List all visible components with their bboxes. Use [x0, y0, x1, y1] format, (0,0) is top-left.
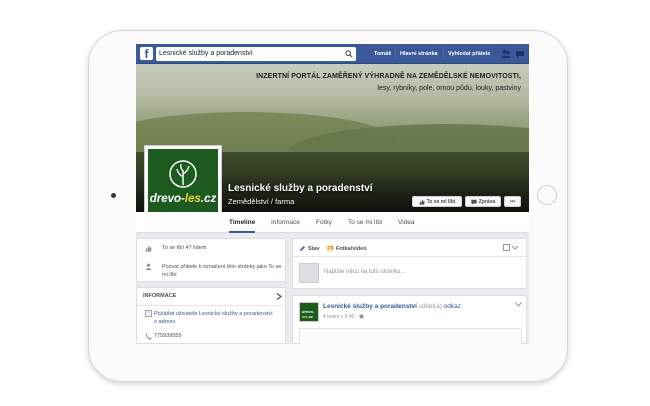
info-card: INFORMACE ? Požádat uživatele Lesnické s… — [136, 287, 287, 344]
page-category[interactable]: Zemědělství / farma — [228, 197, 294, 206]
post-composer: Stav Fotka/video Napište něco na tuto st… — [292, 238, 528, 289]
divider — [293, 256, 528, 257]
post-timestamp-text: 4 leden v 9:40 · — [323, 314, 359, 320]
globe-icon — [359, 314, 364, 319]
message-button[interactable]: Zpráva — [465, 196, 501, 207]
ask-address-link[interactable]: Požádat uživatele Lesnické služby a pora… — [154, 310, 273, 318]
phone-number: 775939555 — [154, 333, 182, 339]
tree-logo-icon — [169, 160, 197, 188]
composer-tab-status-label: Stav — [308, 245, 320, 252]
post-author-avatar[interactable]: drevo-les.cz — [299, 302, 319, 322]
avatar — [299, 263, 319, 283]
logo-wordmark: drevo-les.cz — [149, 193, 217, 205]
nav-home-link[interactable]: Hlavní stránka — [400, 44, 438, 64]
svg-text:?: ? — [147, 312, 150, 317]
cover-tagline-subtitle: lesy, rybníky, pole, ornou půdu, louky, … — [377, 85, 521, 92]
post-object-link[interactable]: odkaz — [444, 303, 461, 310]
tab-info[interactable]: Informace — [271, 212, 300, 233]
composer-tab-status[interactable]: Stav — [299, 245, 320, 252]
post-header: Lesnické služby a poradenství sdílel(a) … — [323, 303, 461, 310]
more-button[interactable]: ••• — [504, 196, 521, 207]
search-input[interactable]: Lesnické služby a poradenství — [156, 47, 356, 61]
pencil-icon — [299, 245, 306, 252]
phone-icon — [145, 333, 152, 340]
tablet-camera — [111, 193, 116, 198]
screen: f Lesnické služby a poradenství Tomáš Hl… — [136, 44, 529, 344]
composer-tab-photo-label: Fotka/video — [336, 245, 367, 252]
nav-find-friends-link[interactable]: Vyhledat přátele — [448, 44, 490, 64]
invite-text: Pozvat přátele k označení této stránky j… — [162, 264, 282, 270]
more-button-label: ••• — [509, 198, 516, 205]
message-button-label: Zpráva — [478, 198, 496, 205]
ask-address-link-continued[interactable]: o adresu — [154, 318, 175, 326]
chevron-down-icon[interactable] — [515, 302, 522, 307]
composer-tab-photo[interactable]: Fotka/video — [327, 245, 367, 252]
facebook-logo-icon[interactable]: f — [140, 47, 153, 61]
post-timestamp[interactable]: 4 leden v 9:40 · — [323, 314, 364, 320]
photo-icon — [327, 245, 334, 252]
tab-timeline[interactable]: Timeline — [229, 212, 256, 233]
timeline-post: drevo-les.cz Lesnické služby a poradenst… — [292, 295, 527, 344]
tablet-home-button[interactable] — [537, 185, 557, 205]
divider — [137, 305, 287, 306]
question-icon: ? — [145, 310, 152, 317]
thumbs-up-icon — [145, 245, 152, 252]
message-icon — [471, 199, 477, 205]
tab-photos[interactable]: Fotky — [316, 212, 332, 233]
page-tabs-bar: Timeline Informace Fotky To se mi líbí V… — [136, 212, 529, 233]
nav-separator — [395, 49, 396, 59]
composer-input[interactable]: Napište něco na tuto stránku... — [324, 269, 405, 275]
page-title: Lesnické služby a poradenství — [228, 183, 373, 194]
likes-count-text: To se líbí 47 lidem — [162, 245, 207, 251]
facebook-top-bar: f Lesnické služby a poradenství Tomáš Hl… — [136, 44, 529, 64]
search-icon[interactable] — [341, 47, 356, 61]
flag-dropdown-icon[interactable] — [503, 244, 519, 251]
page-logo: drevo-les.cz — [148, 149, 218, 219]
likes-card: To se líbí 47 lidem Pozvat přátele k ozn… — [136, 238, 286, 282]
friend-requests-icon[interactable] — [501, 49, 511, 59]
nav-separator — [443, 49, 444, 59]
nav-profile-link[interactable]: Tomáš — [374, 44, 391, 64]
like-button[interactable]: To se mi líbí — [412, 196, 462, 207]
post-author-name[interactable]: Lesnické služby a poradenství — [323, 303, 417, 310]
avatar-logo-text: drevo-les.cz — [302, 309, 315, 319]
tab-videos[interactable]: Videa — [398, 212, 415, 233]
like-button-label: To se mi líbí — [426, 198, 456, 205]
shared-link-preview[interactable] — [299, 328, 522, 344]
tab-likes[interactable]: To se mi líbí — [348, 212, 383, 233]
cover-tagline: INZERTNÍ PORTÁL ZAMĚŘENÝ VÝHRADNĚ NA ZEM… — [256, 73, 521, 80]
messages-icon[interactable] — [515, 49, 525, 59]
invite-friends-icon — [145, 263, 152, 270]
info-section-title: INFORMACE — [143, 293, 177, 299]
invite-text-continued: mi líbí — [162, 272, 177, 278]
chevron-right-icon[interactable] — [276, 293, 282, 300]
post-verb: sdílel(a) — [418, 303, 442, 310]
thumbs-up-icon — [419, 199, 425, 205]
